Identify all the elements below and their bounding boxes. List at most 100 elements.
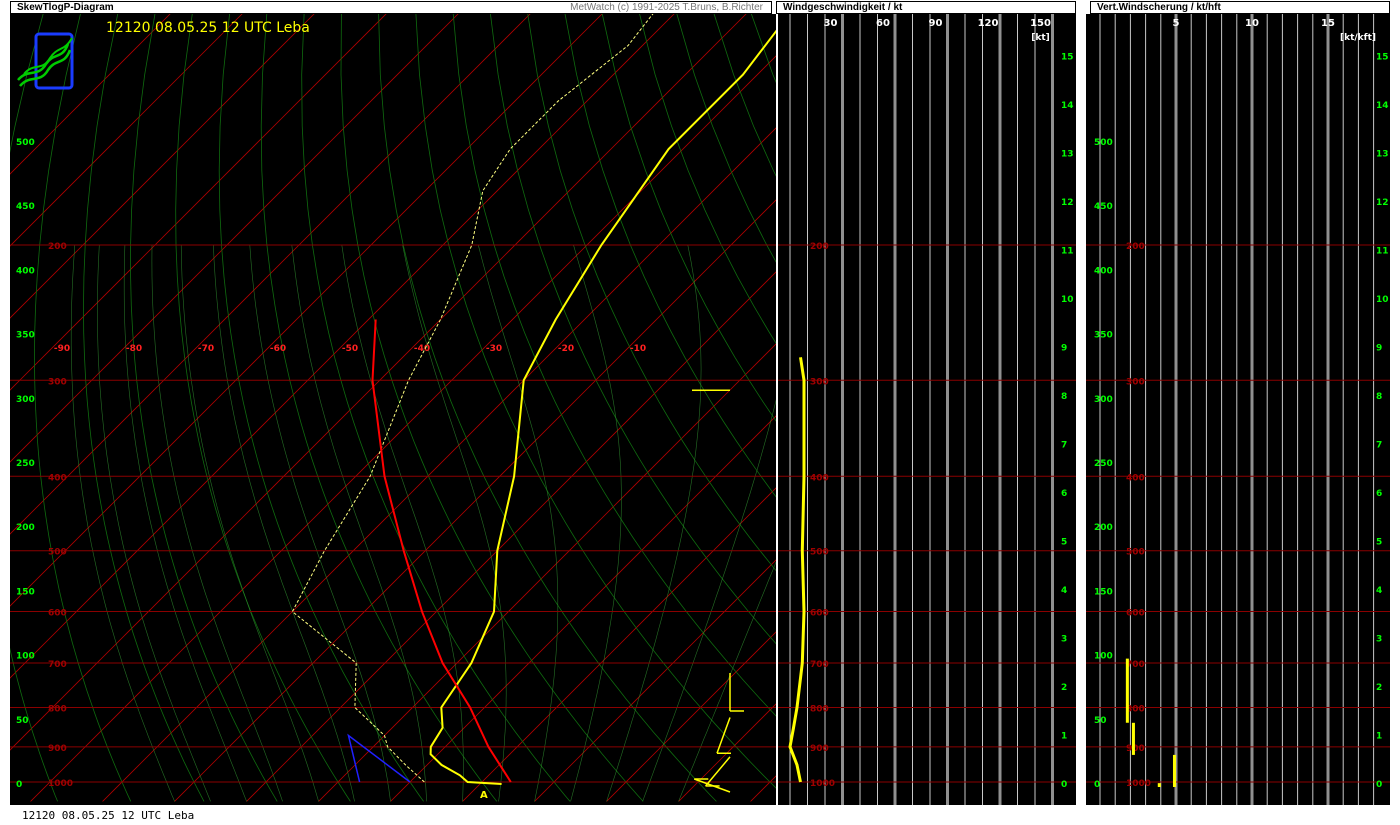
shear-tick-label: 5	[1173, 18, 1180, 29]
isotherm-label: -70	[198, 344, 214, 354]
shear-unit-label: [kt/kft]	[1340, 33, 1376, 43]
isotherm-label: -50	[342, 344, 358, 354]
isotherm-line	[606, 631, 776, 802]
km-label-wind: 2	[1061, 683, 1067, 693]
moist-adiabat-line	[678, 561, 776, 802]
moist-adiabats	[70, 244, 776, 802]
height-label: 350	[16, 331, 35, 341]
wind-isobar-label: 1000	[810, 779, 835, 789]
dry-adiabat-line	[527, 14, 776, 572]
isotherm-line	[462, 487, 776, 802]
wind-title: Windgeschwindigkeit / kt	[783, 2, 903, 13]
moist-adiabat-line	[180, 244, 319, 802]
km-label-shear: 1	[1376, 732, 1382, 742]
isobar-label: 1000	[48, 779, 73, 789]
footer-caption: 12120 08.05.25 12 UTC Leba	[22, 809, 195, 822]
isotherm-line	[390, 415, 776, 802]
wind-tick-label: 60	[876, 18, 890, 29]
isotherm-line	[10, 14, 387, 391]
dry-adiabats	[10, 14, 776, 802]
dry-adiabat-line	[301, 14, 571, 802]
dry-adiabat-line	[175, 14, 351, 802]
wind-isobar-label: 900	[810, 744, 829, 754]
km-label-shear: 0	[1376, 780, 1382, 790]
shear-height-label: 500	[1094, 138, 1113, 148]
isobar-label: 900	[48, 744, 67, 754]
km-label-wind: 8	[1061, 392, 1067, 402]
isobar-label: 800	[48, 705, 67, 715]
km-label-shear: 8	[1376, 392, 1382, 402]
isotherm-line	[246, 271, 776, 802]
isotherms	[10, 14, 776, 802]
dry-adiabat-line	[490, 14, 776, 645]
km-label-wind: 11	[1061, 247, 1074, 257]
km-label-shear: 4	[1376, 586, 1382, 596]
shear-height-label: 150	[1094, 587, 1113, 597]
station-label: 12120 08.05.25 12 UTC Leba	[106, 20, 310, 36]
isotherm-line	[102, 127, 776, 802]
height-labels-left: 0050501001001501502002002502503003003503…	[16, 138, 35, 790]
wind-isobar-label: 700	[810, 660, 829, 670]
height-label: 400	[16, 266, 35, 276]
wind-tick-label: 90	[929, 18, 943, 29]
wind-plot: 30 60 90 120 150 [kt] 1000 900 800 700 600 500 400 30…	[778, 14, 1076, 805]
moist-adiabat-line	[249, 244, 391, 802]
km-label-shear: 15	[1376, 53, 1389, 63]
shear-title: Vert.Windscherung / kt/hft	[1097, 2, 1221, 13]
km-label-shear: 13	[1376, 150, 1389, 160]
isotherm-line	[10, 14, 747, 751]
wind-barb-staff	[716, 717, 731, 754]
isotherm-line	[10, 14, 459, 463]
shear-isobar-label: 500	[1126, 548, 1145, 558]
blue-profile-line	[347, 733, 411, 783]
wind-unit-label: [kt]	[1031, 33, 1050, 43]
isobar-label: 200	[48, 242, 67, 252]
km-label-wind: 6	[1061, 489, 1067, 499]
wind-isobar-label: 300	[810, 377, 829, 387]
height-label: 250	[16, 459, 35, 469]
dry-adiabat-line	[10, 14, 58, 802]
skewt-title-bar: SkewTlogP-Diagram MetWatch (c) 1991-2025…	[10, 1, 772, 14]
isotherm-label: -80	[126, 344, 142, 354]
credit-text: MetWatch (c) 1991-2025 T.Bruns, B.Richte…	[570, 2, 763, 13]
km-label-wind: 10	[1061, 295, 1074, 305]
isobar-label: 600	[48, 609, 67, 619]
km-label-shear: 2	[1376, 683, 1382, 693]
km-label-wind: 4	[1061, 586, 1067, 596]
isotherm-label: -20	[558, 344, 574, 354]
dwd-logo-icon	[14, 30, 76, 92]
wind-isobar-label: 400	[810, 473, 829, 483]
shear-isobar-label: 1000	[1126, 779, 1151, 789]
shear-isobar-label: 300	[1126, 377, 1145, 387]
height-label: 450	[16, 202, 35, 212]
wind-title-bar: Windgeschwindigkeit / kt	[776, 1, 1076, 14]
km-label-shear: 12	[1376, 198, 1389, 208]
wind-isobar-label: 200	[810, 242, 829, 252]
isotherm-label: -10	[630, 344, 646, 354]
dry-adiabat-line	[218, 14, 424, 802]
wind-svg: 30 60 90 120 150[kt]100090080070060050040030…	[778, 14, 1076, 805]
isotherm-line	[678, 703, 776, 802]
moist-adiabat-line	[151, 244, 283, 802]
shear-isobar-label: 900	[1126, 744, 1145, 754]
isotherm-line	[10, 14, 243, 247]
parcel-label: A	[480, 790, 488, 801]
isobar-label: 400	[48, 473, 67, 483]
shear-isobar-label: 600	[1126, 609, 1145, 619]
dry-adiabat-line	[340, 14, 644, 802]
dry-adiabat-line	[639, 14, 776, 344]
isobar-label: 500	[48, 548, 67, 558]
isotherm-line	[10, 14, 603, 607]
shear-svg: 5 10 15[kt/kft]100090080070060050040030020…	[1086, 14, 1390, 805]
height-label: 0	[16, 780, 22, 790]
skewt-plot: 1000 900 800 700 600 500 400 300 200 -90 -80 -70 -60…	[10, 14, 776, 805]
shear-height-label: 300	[1094, 395, 1113, 405]
height-label: 50	[16, 716, 29, 726]
wind-speed-line	[788, 357, 806, 783]
km-label-wind: 14	[1061, 101, 1074, 111]
shear-height-label: 400	[1094, 266, 1113, 276]
shear-height-label: 250	[1094, 459, 1113, 469]
km-label-wind: 5	[1061, 538, 1067, 548]
shear-isobar-label: 200	[1126, 242, 1145, 252]
isobar-label: 700	[48, 660, 67, 670]
